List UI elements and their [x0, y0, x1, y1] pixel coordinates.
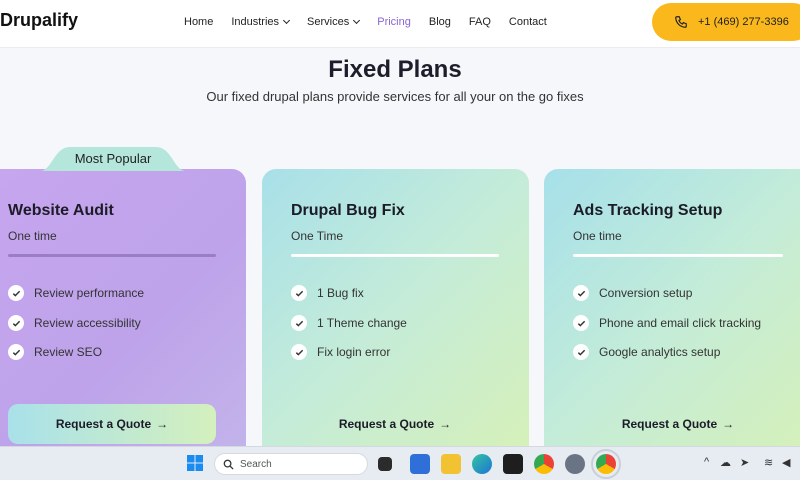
feature-item: Conversion setup: [573, 285, 692, 301]
search-placeholder: Search: [240, 458, 272, 470]
plan-frequency: One time: [8, 229, 57, 243]
plan-card-drupal-bug-fix: Drupal Bug Fix One Time 1 Bug fix 1 Them…: [262, 169, 529, 459]
chevron-up-icon[interactable]: ^: [704, 456, 709, 468]
check-icon: [291, 285, 307, 301]
terminal-icon[interactable]: [503, 454, 523, 474]
check-icon: [291, 315, 307, 331]
plan-title: Drupal Bug Fix: [291, 202, 405, 219]
cloud-icon[interactable]: ☁: [720, 456, 731, 469]
request-quote-button[interactable]: Request a Quote →: [8, 404, 216, 444]
feature-item: Google analytics setup: [573, 344, 720, 360]
feature-item: 1 Bug fix: [291, 285, 364, 301]
nav-blog[interactable]: Blog: [429, 16, 451, 28]
check-icon: [573, 315, 589, 331]
check-icon: [291, 344, 307, 360]
nav-contact[interactable]: Contact: [509, 16, 547, 28]
phone-icon: [675, 16, 687, 28]
nav-faq[interactable]: FAQ: [469, 16, 491, 28]
arrow-right-icon: →: [156, 417, 169, 431]
plan-frequency: One Time: [291, 229, 344, 243]
nav-industries[interactable]: Industries: [231, 16, 291, 28]
main-nav: Home Industries Services Pricing Blog FA…: [184, 0, 565, 44]
feature-item: 1 Theme change: [291, 315, 407, 331]
plan-divider: [8, 254, 216, 257]
windows-start-icon[interactable]: [186, 454, 206, 474]
plan-divider: [573, 254, 783, 257]
feature-item: Phone and email click tracking: [573, 315, 761, 331]
check-icon: [8, 285, 24, 301]
page-title: Fixed Plans: [328, 56, 462, 83]
file-explorer-icon[interactable]: [378, 457, 392, 471]
chevron-down-icon: [353, 16, 361, 25]
chevron-down-icon: [283, 16, 291, 25]
request-quote-button[interactable]: Request a Quote →: [291, 404, 499, 444]
check-icon: [573, 285, 589, 301]
settings-icon[interactable]: [565, 454, 585, 474]
feature-item: Review performance: [8, 285, 144, 301]
wifi-icon[interactable]: ≋: [764, 456, 773, 469]
arrow-right-icon: →: [722, 417, 735, 431]
check-icon: [573, 344, 589, 360]
nav-pricing[interactable]: Pricing: [377, 16, 411, 28]
store-icon[interactable]: [410, 454, 430, 474]
phone-button[interactable]: +1 (469) 277-3396: [652, 3, 800, 41]
phone-number: +1 (469) 277-3396: [698, 16, 789, 28]
folder-icon[interactable]: [441, 454, 461, 474]
nav-services[interactable]: Services: [307, 16, 361, 28]
nav-home[interactable]: Home: [184, 16, 213, 28]
feature-item: Review accessibility: [8, 315, 141, 331]
logo[interactable]: Drupalify: [0, 10, 78, 31]
plan-card-website-audit: Website Audit One time Review performanc…: [0, 169, 246, 459]
feature-item: Review SEO: [8, 344, 102, 360]
check-icon: [8, 344, 24, 360]
site-header: Drupalify Home Industries Services Prici…: [0, 0, 800, 48]
plan-divider: [291, 254, 499, 257]
chrome-icon[interactable]: [591, 449, 621, 479]
edge-icon[interactable]: [472, 454, 492, 474]
arrow-right-icon: →: [439, 417, 452, 431]
plan-card-ads-tracking: Ads Tracking Setup One time Conversion s…: [544, 169, 800, 459]
send-icon[interactable]: ➤: [740, 456, 749, 469]
most-popular-badge: Most Popular: [40, 145, 186, 171]
check-icon: [8, 315, 24, 331]
taskbar-search[interactable]: Search: [214, 453, 368, 475]
search-icon: [223, 459, 234, 470]
os-taskbar: Search ^ ☁ ➤ ≋ ◀: [0, 446, 800, 480]
plan-frequency: One time: [573, 229, 622, 243]
request-quote-button[interactable]: Request a Quote →: [573, 404, 783, 444]
page-subtitle: Our fixed drupal plans provide services …: [206, 89, 584, 104]
chrome-icon[interactable]: [534, 454, 554, 474]
feature-item: Fix login error: [291, 344, 390, 360]
speaker-icon[interactable]: ◀: [782, 456, 790, 469]
plan-title: Website Audit: [8, 202, 114, 219]
plan-title: Ads Tracking Setup: [573, 202, 723, 219]
